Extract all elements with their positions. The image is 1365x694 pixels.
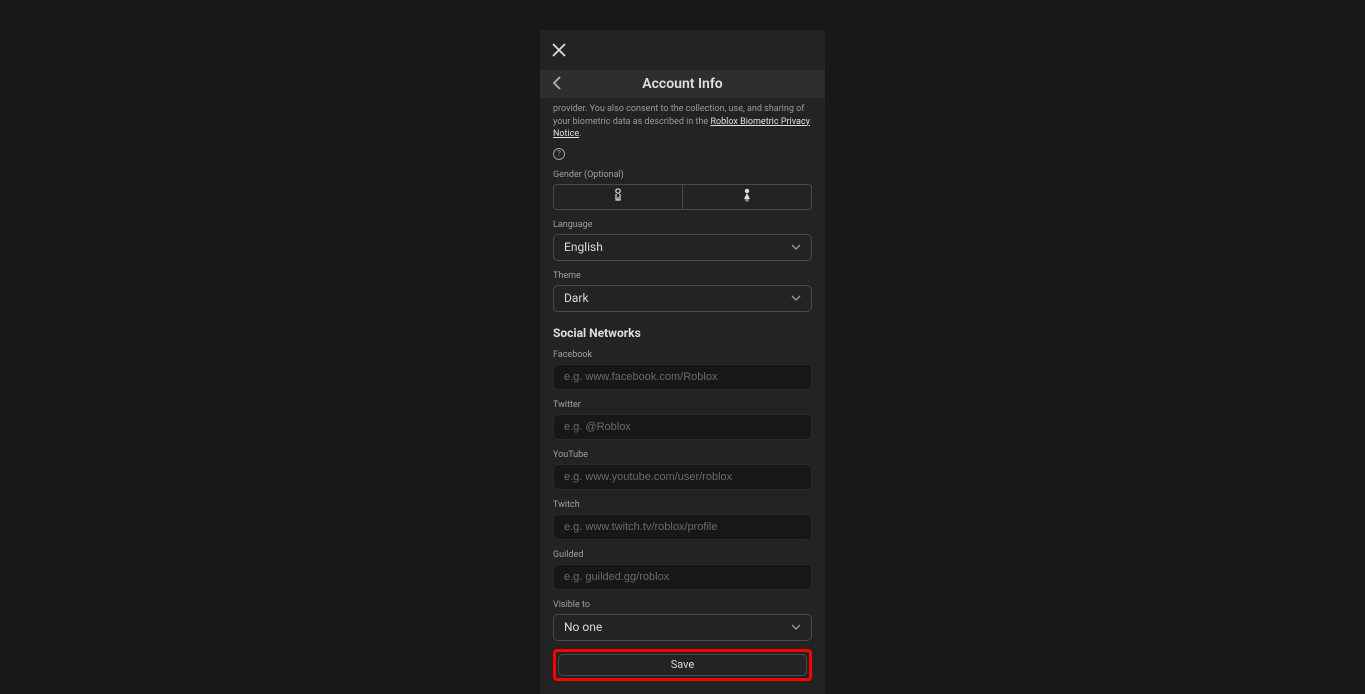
- youtube-label: YouTube: [553, 450, 812, 460]
- help-icon[interactable]: ?: [553, 148, 565, 160]
- theme-select[interactable]: Dark: [553, 285, 812, 312]
- chevron-down-icon: [791, 622, 801, 633]
- twitter-input[interactable]: [553, 414, 812, 440]
- language-label: Language: [553, 220, 812, 230]
- twitter-label: Twitter: [553, 400, 812, 410]
- language-select[interactable]: English: [553, 234, 812, 261]
- theme-value: Dark: [564, 291, 589, 305]
- gender-label: Gender (Optional): [553, 170, 812, 180]
- female-icon: [742, 188, 752, 206]
- gender-selector: [553, 184, 812, 210]
- guilded-label: Guilded: [553, 550, 812, 560]
- facebook-input[interactable]: [553, 364, 812, 390]
- gender-male-button[interactable]: [553, 184, 682, 210]
- social-networks-title: Social Networks: [553, 326, 812, 340]
- visible-to-value: No one: [564, 620, 602, 634]
- twitch-label: Twitch: [553, 500, 812, 510]
- chevron-down-icon: [791, 293, 801, 304]
- back-icon[interactable]: [552, 75, 562, 94]
- youtube-input[interactable]: [553, 464, 812, 490]
- theme-label: Theme: [553, 271, 812, 281]
- chevron-down-icon: [791, 242, 801, 253]
- save-button[interactable]: Save: [558, 654, 807, 676]
- page-title: Account Info: [552, 76, 813, 92]
- consent-text: provider. You also consent to the collec…: [553, 103, 812, 141]
- twitch-input[interactable]: [553, 514, 812, 540]
- consent-period: .: [579, 129, 581, 139]
- account-info-modal: Account Info provider. You also consent …: [540, 30, 825, 694]
- close-icon[interactable]: [552, 40, 566, 60]
- gender-female-button[interactable]: [682, 184, 812, 210]
- male-icon: [613, 188, 623, 206]
- language-value: English: [564, 240, 603, 254]
- guilded-input[interactable]: [553, 564, 812, 590]
- facebook-label: Facebook: [553, 350, 812, 360]
- visible-to-label: Visible to: [553, 600, 812, 610]
- content: provider. You also consent to the collec…: [540, 103, 825, 694]
- save-highlight: Save: [553, 649, 812, 681]
- header: Account Info: [540, 70, 825, 98]
- close-bar: [540, 30, 825, 70]
